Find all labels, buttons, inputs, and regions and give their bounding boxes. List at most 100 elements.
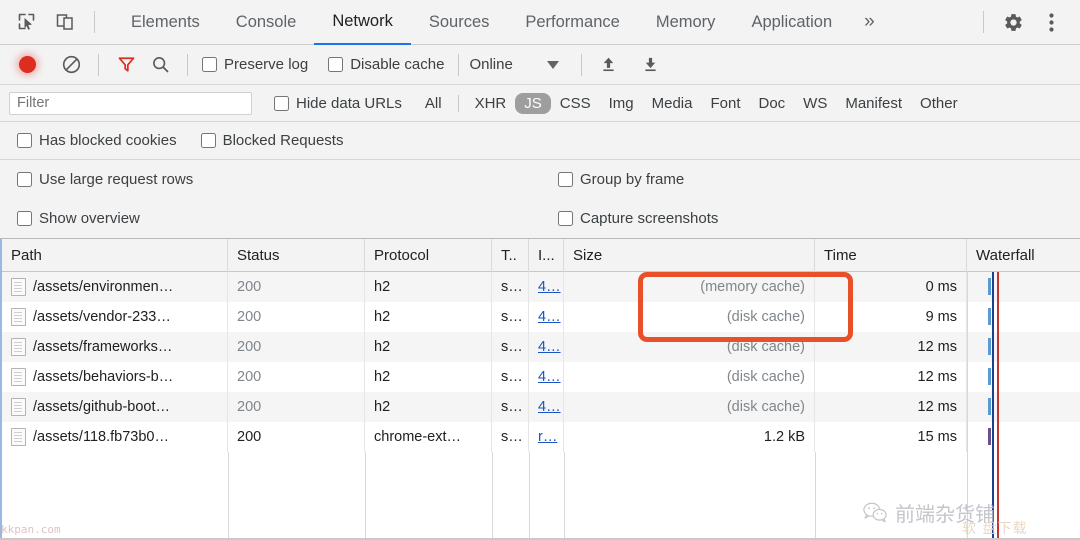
filter-type-font[interactable]: Font — [701, 93, 749, 114]
throttling-dropdown[interactable]: Online — [469, 56, 559, 73]
requests-table: Path Status Protocol T.. I... Size Time … — [0, 239, 1080, 540]
cell-initiator[interactable]: 4… — [529, 272, 564, 302]
devtools-tabbar: Elements Console Network Sources Perform… — [0, 0, 1080, 45]
filter-type-xhr[interactable]: XHR — [466, 93, 516, 114]
tab-console[interactable]: Console — [218, 0, 315, 45]
col-separator — [365, 452, 366, 540]
group-by-frame-box[interactable] — [558, 172, 573, 187]
use-large-request-rows-box[interactable] — [17, 172, 32, 187]
cell-protocol: h2 — [365, 392, 492, 422]
import-har-icon[interactable] — [592, 48, 626, 82]
tab-memory[interactable]: Memory — [638, 0, 734, 45]
cell-path[interactable]: /assets/frameworks… — [2, 332, 228, 362]
record-button[interactable] — [10, 48, 44, 82]
show-overview-box[interactable] — [17, 211, 32, 226]
col-separator — [815, 452, 816, 540]
filter-type-js[interactable]: JS — [515, 92, 551, 114]
filter-type-manifest[interactable]: Manifest — [836, 93, 911, 114]
hide-data-urls-box[interactable] — [274, 95, 289, 111]
gear-icon[interactable] — [994, 0, 1032, 44]
request-path: /assets/vendor-233… — [33, 309, 171, 325]
cell-initiator[interactable]: 4… — [529, 332, 564, 362]
cell-initiator[interactable]: 4… — [529, 362, 564, 392]
filter-type-media[interactable]: Media — [643, 93, 702, 114]
column-header-path[interactable]: Path — [2, 239, 228, 272]
table-row[interactable]: /assets/vendor-233… 200 h2 s… 4… (disk c… — [2, 302, 1080, 332]
hide-data-urls-label: Hide data URLs — [296, 94, 402, 112]
filter-type-other[interactable]: Other — [911, 93, 967, 114]
filter-type-ws[interactable]: WS — [794, 93, 836, 114]
table-row[interactable]: /assets/behaviors-b… 200 h2 s… 4… (disk … — [2, 362, 1080, 392]
blocked-requests-box[interactable] — [200, 133, 216, 148]
blocked-requests-checkbox[interactable]: Blocked Requests — [200, 132, 343, 149]
toolbar-divider-right — [983, 11, 984, 33]
disable-cache-box[interactable] — [328, 57, 344, 72]
filter-type-all[interactable]: All — [416, 93, 451, 114]
cell-initiator[interactable]: r… — [529, 422, 564, 452]
has-blocked-cookies-checkbox[interactable]: Has blocked cookies — [17, 132, 177, 149]
tab-sources[interactable]: Sources — [411, 0, 508, 45]
has-blocked-cookies-box[interactable] — [17, 133, 32, 148]
cell-type: s… — [492, 332, 529, 362]
group-by-frame-checkbox[interactable]: Group by frame — [558, 171, 684, 188]
use-large-request-rows-checkbox[interactable]: Use large request rows — [17, 171, 558, 188]
cell-initiator[interactable]: 4… — [529, 392, 564, 422]
column-header-initiator[interactable]: I... — [529, 239, 564, 272]
preserve-log-box[interactable] — [202, 57, 217, 72]
download-watermark: 软 盘下载 — [962, 518, 1027, 538]
cell-initiator[interactable]: 4… — [529, 302, 564, 332]
toolbar2-divider-3 — [458, 53, 460, 76]
request-path: /assets/frameworks… — [33, 339, 173, 355]
request-path: /assets/behaviors-b… — [33, 369, 174, 385]
chevron-down-icon — [546, 60, 559, 69]
column-header-type[interactable]: T.. — [492, 239, 529, 272]
table-row[interactable]: /assets/118.fb73b0… 200 chrome-ext… s… r… — [2, 422, 1080, 452]
disable-cache-checkbox[interactable]: Disable cache — [328, 56, 444, 73]
column-header-size[interactable]: Size — [564, 239, 815, 272]
cell-time: 15 ms — [815, 422, 967, 452]
table-row[interactable]: /assets/github-boot… 200 h2 s… 4… (disk … — [2, 392, 1080, 422]
record-indicator — [18, 56, 36, 73]
capture-screenshots-box[interactable] — [558, 211, 573, 226]
toolbar2-divider-4 — [580, 53, 582, 76]
filter-type-css[interactable]: CSS — [551, 93, 600, 114]
preserve-log-checkbox[interactable]: Preserve log — [202, 56, 308, 73]
hide-data-urls-checkbox[interactable]: Hide data URLs — [274, 95, 402, 112]
waterfall-bar — [988, 398, 991, 415]
capture-screenshots-checkbox[interactable]: Capture screenshots — [558, 210, 718, 227]
column-header-status[interactable]: Status — [228, 239, 365, 272]
filter-type-img[interactable]: Img — [600, 93, 643, 114]
toolbar2-divider-1 — [98, 53, 99, 76]
search-icon[interactable] — [143, 48, 177, 82]
column-header-waterfall[interactable]: Waterfall — [967, 239, 1080, 272]
cell-path[interactable]: /assets/vendor-233… — [2, 302, 228, 332]
tab-performance[interactable]: Performance — [507, 0, 637, 45]
filter-input[interactable] — [9, 91, 252, 115]
show-overview-checkbox[interactable]: Show overview — [17, 210, 558, 227]
cell-type: s… — [492, 362, 529, 392]
device-toolbar-icon[interactable] — [46, 0, 84, 44]
cell-path[interactable]: /assets/118.fb73b0… — [2, 422, 228, 452]
more-tabs-button[interactable]: » — [850, 0, 889, 45]
cell-status: 200 — [228, 272, 365, 302]
table-row[interactable]: /assets/environmen… 200 h2 s… 4… (memory… — [2, 272, 1080, 302]
kebab-menu-icon[interactable] — [1032, 0, 1070, 44]
tab-network[interactable]: Network — [314, 0, 411, 45]
request-path: /assets/118.fb73b0… — [33, 429, 169, 445]
column-header-protocol[interactable]: Protocol — [365, 239, 492, 272]
cell-path[interactable]: /assets/environmen… — [2, 272, 228, 302]
cell-protocol: h2 — [365, 362, 492, 392]
capture-screenshots-label: Capture screenshots — [580, 210, 719, 227]
filter-type-doc[interactable]: Doc — [749, 93, 794, 114]
tab-elements[interactable]: Elements — [113, 0, 218, 45]
filter-funnel-icon[interactable] — [109, 48, 143, 82]
table-row[interactable]: /assets/frameworks… 200 h2 s… 4… (disk c… — [2, 332, 1080, 362]
cell-path[interactable]: /assets/github-boot… — [2, 392, 228, 422]
inspect-cursor-icon[interactable] — [8, 0, 46, 44]
export-har-icon[interactable] — [634, 48, 668, 82]
column-header-time[interactable]: Time — [815, 239, 967, 272]
cell-time: 12 ms — [815, 392, 967, 422]
cell-path[interactable]: /assets/behaviors-b… — [2, 362, 228, 392]
clear-button[interactable] — [54, 48, 88, 82]
tab-application[interactable]: Application — [733, 0, 850, 45]
